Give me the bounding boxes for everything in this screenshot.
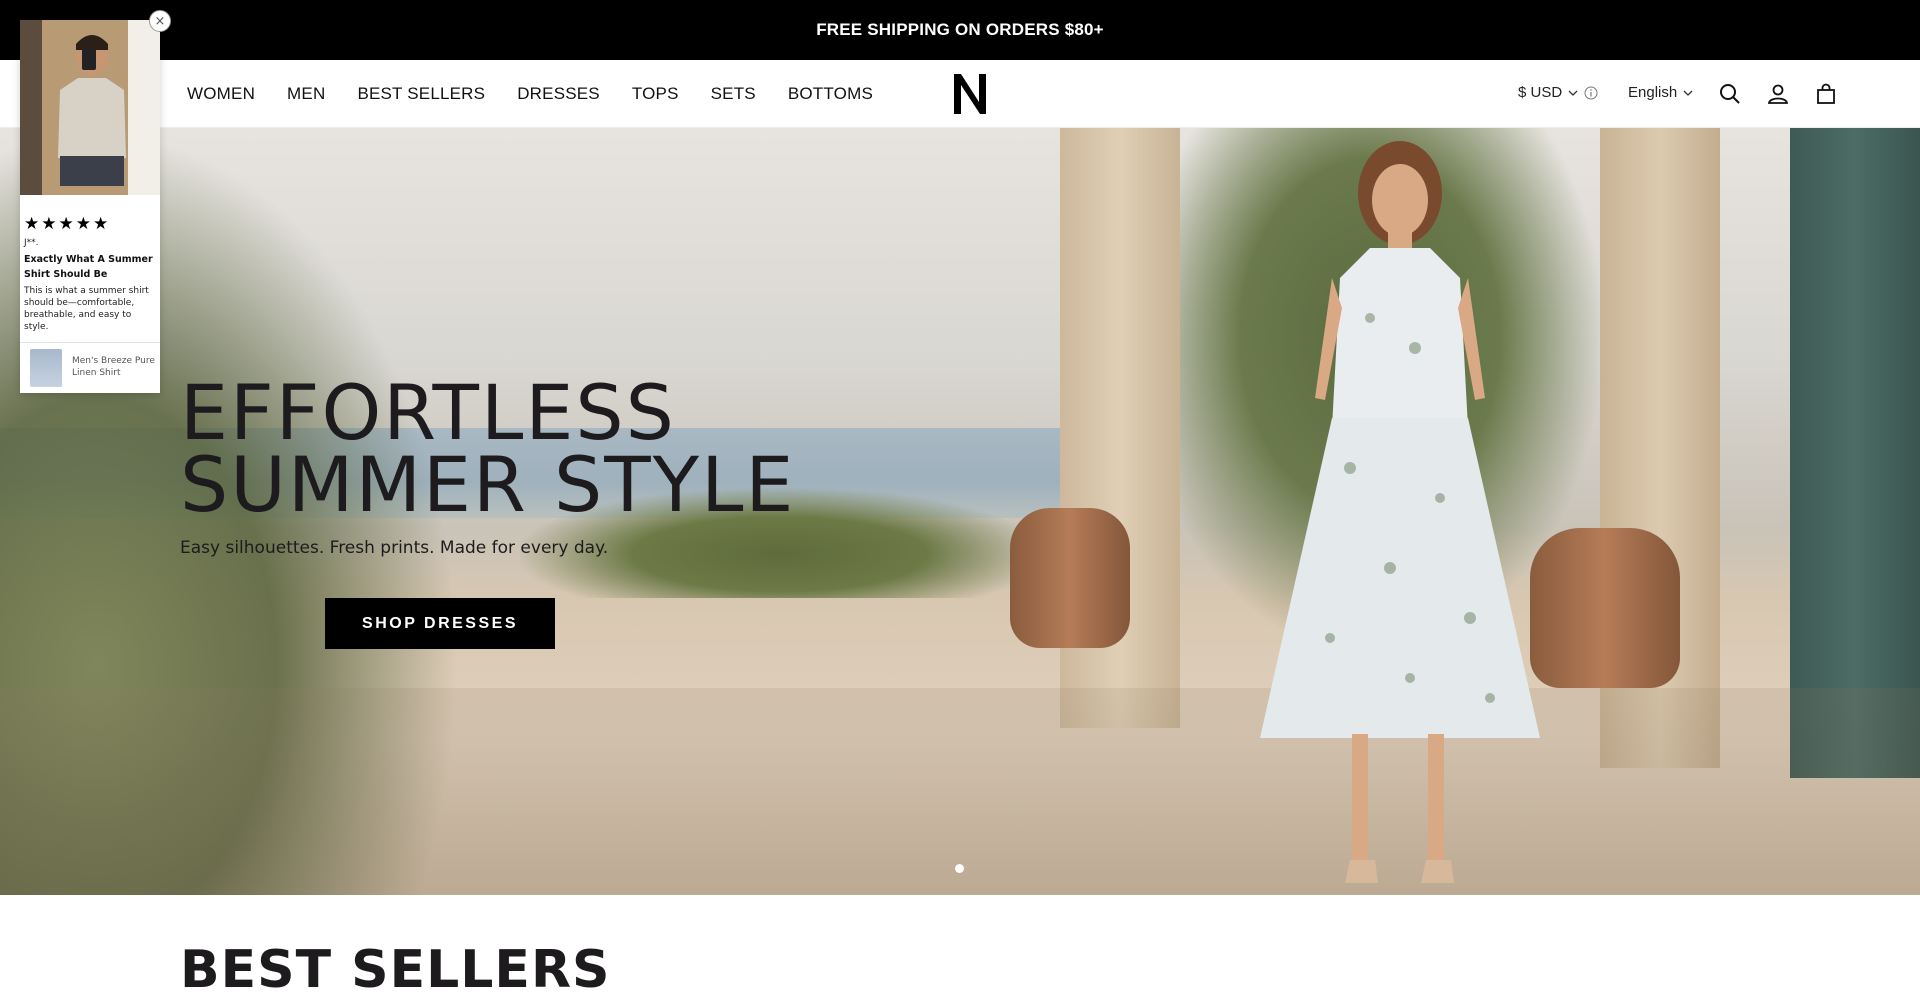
review-popup[interactable]: ★ ★ ★ ★ ★ J**. Exactly What A Summer Shi…: [20, 20, 160, 393]
nav-item-men[interactable]: MEN: [287, 84, 325, 104]
language-label: English: [1628, 84, 1678, 101]
review-title: Exactly What A Summer Shirt Should Be: [24, 254, 153, 280]
hero-title-line: EFFORTLESS: [180, 368, 676, 457]
hero-title: EFFORTLESS SUMMER STYLE: [180, 368, 796, 529]
language-selector[interactable]: English: [1628, 84, 1693, 101]
n-logo-icon[interactable]: [950, 70, 990, 118]
hero-title-line: SUMMER STYLE: [180, 440, 796, 529]
chevron-down-icon: [1568, 90, 1578, 96]
hero-banner: EFFORTLESS SUMMER STYLE Easy silhouettes…: [0, 128, 1920, 895]
review-product-link[interactable]: Men's Breeze Pure Linen Shirt: [72, 355, 157, 379]
star-icon: ★: [24, 214, 40, 234]
info-icon[interactable]: [1584, 86, 1598, 100]
site-header: WOMEN MEN BEST SELLERS DRESSES TOPS SETS…: [0, 60, 1920, 128]
divider: [20, 342, 160, 343]
nav-item-tops[interactable]: TOPS: [632, 84, 679, 104]
star-icon: ★: [58, 214, 74, 234]
nav-item-best-sellers[interactable]: BEST SELLERS: [357, 84, 485, 104]
reviewer-photo-image: [20, 20, 160, 195]
announcement-bar: FREE SHIPPING ON ORDERS $80+: [0, 0, 1920, 60]
star-icon: ★: [93, 214, 109, 234]
review-body: This is what a summer shirt should be—co…: [24, 286, 149, 332]
nav-item-dresses[interactable]: DRESSES: [517, 84, 600, 104]
shop-dresses-button[interactable]: SHOP DRESSES: [325, 598, 555, 649]
product-thumbnail[interactable]: [30, 349, 62, 387]
search-icon[interactable]: [1718, 82, 1742, 106]
star-icon: ★: [41, 214, 57, 234]
cart-icon[interactable]: [1814, 82, 1838, 106]
nav-item-women[interactable]: WOMEN: [187, 84, 255, 104]
chevron-down-icon: [1683, 90, 1693, 96]
carousel-dot[interactable]: [955, 864, 964, 873]
hero-subtitle: Easy silhouettes. Fresh prints. Made for…: [180, 538, 609, 558]
currency-selector[interactable]: $ USD: [1518, 84, 1598, 101]
reviewer-name: J**.: [24, 238, 39, 248]
review-photo: [20, 20, 160, 195]
hero-door: [1790, 128, 1920, 778]
announcement-text: FREE SHIPPING ON ORDERS $80+: [816, 20, 1104, 39]
nav-item-bottoms[interactable]: BOTTOMS: [788, 84, 873, 104]
hero-plant-pot: [1010, 508, 1130, 648]
hero-model-image: [1260, 141, 1540, 883]
currency-label: $ USD: [1518, 84, 1563, 101]
best-sellers-heading: BEST SELLERS: [180, 940, 611, 993]
account-icon[interactable]: [1766, 82, 1790, 106]
main-nav: WOMEN MEN BEST SELLERS DRESSES TOPS SETS…: [187, 60, 873, 128]
close-icon[interactable]: ×: [149, 10, 171, 32]
review-stars: ★ ★ ★ ★ ★: [24, 216, 108, 233]
star-icon: ★: [75, 214, 91, 234]
nav-item-sets[interactable]: SETS: [711, 84, 756, 104]
